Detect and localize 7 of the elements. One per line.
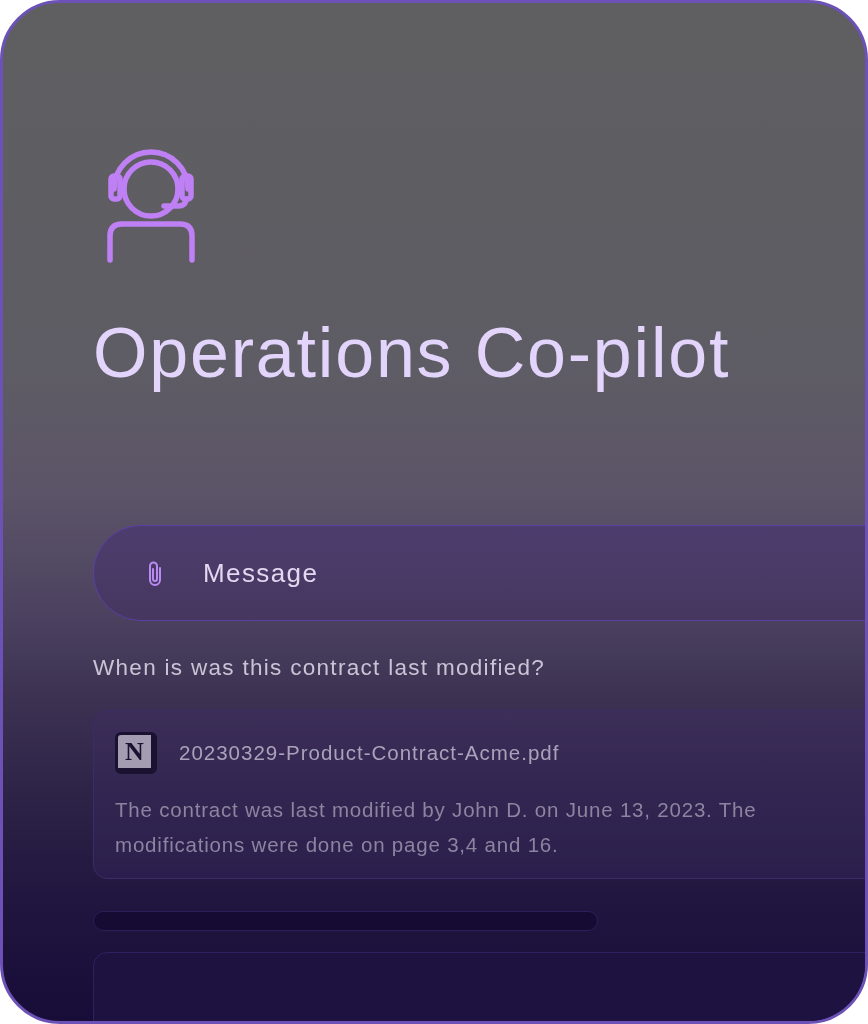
paperclip-icon[interactable] — [148, 560, 162, 586]
source-logo: N — [115, 732, 157, 775]
message-field[interactable]: Message — [93, 525, 865, 621]
source-filename: 20230329-Product-Contract-Acme.pdf — [179, 741, 560, 766]
page-title: Operations Co-pilot — [93, 313, 731, 394]
question-text: When is was this contract last modified? — [93, 654, 546, 682]
answer-text: The contract was last modified by John D. on June 13, 2023. The modifications were done on page 3,4 and 16. — [115, 797, 758, 859]
